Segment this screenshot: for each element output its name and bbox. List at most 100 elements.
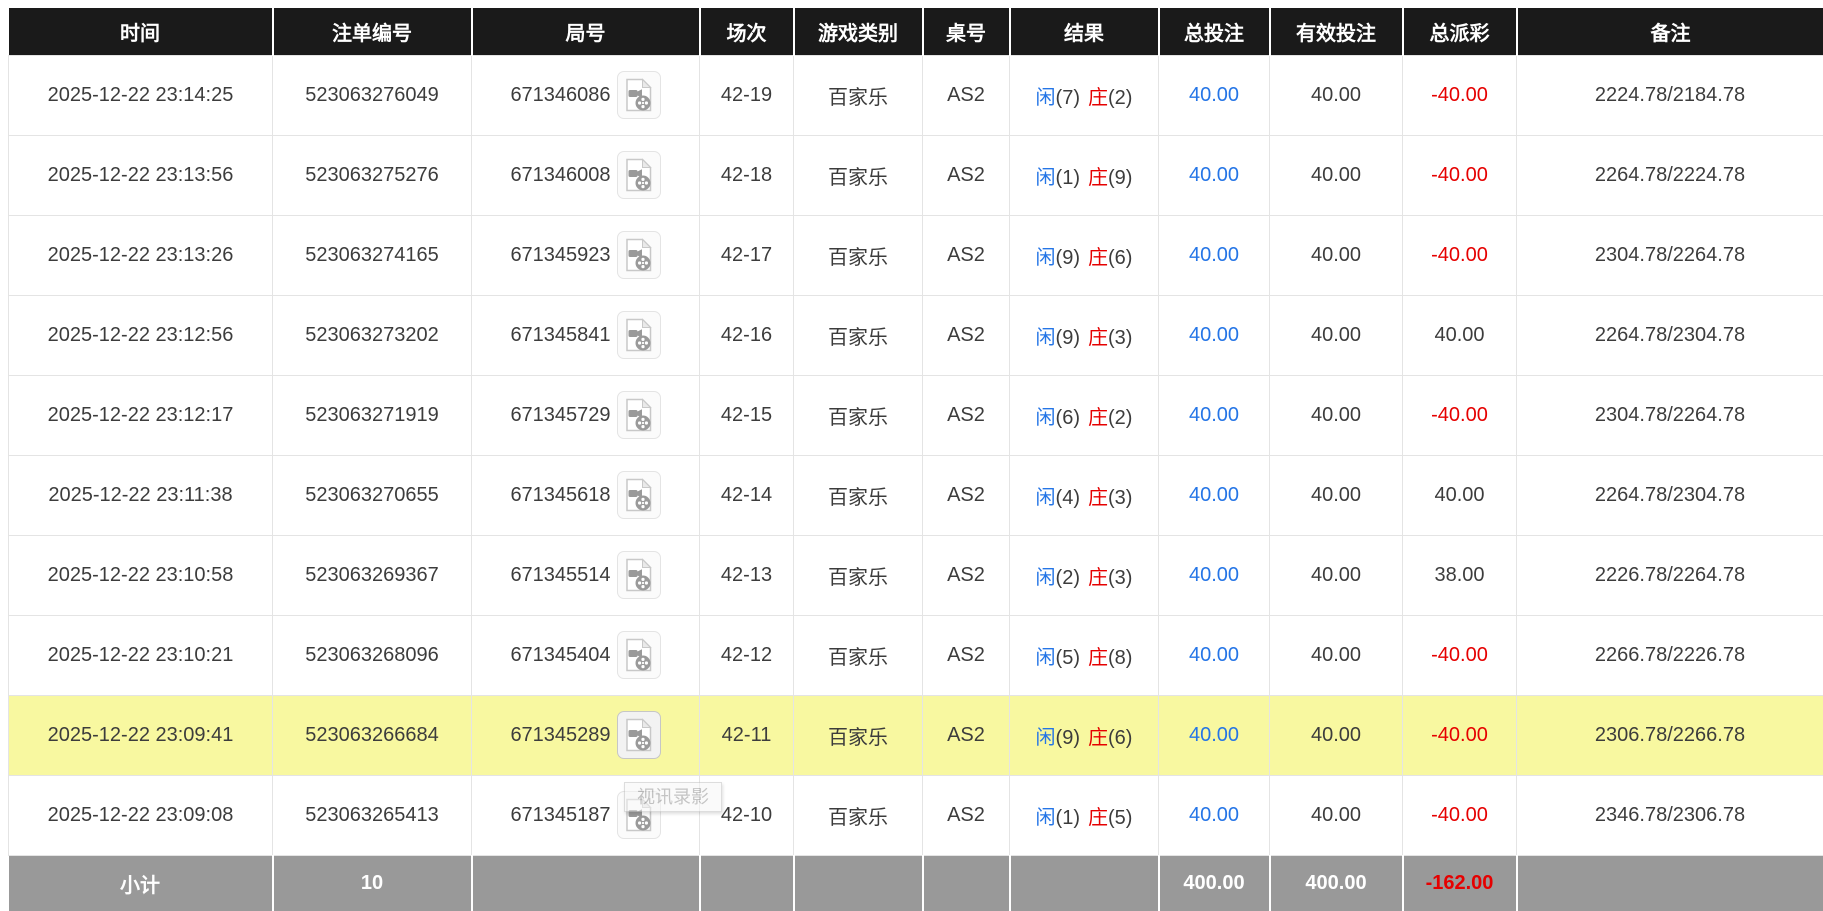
result-banker-label: 庄 <box>1088 567 1108 589</box>
bet-id-cell: 523063274165 <box>273 215 472 295</box>
round-wrap: 671346008 <box>472 151 699 199</box>
result-cell: 闲(9)庄(3) <box>1010 295 1159 375</box>
table-number: AS2 <box>947 84 985 106</box>
table-row[interactable]: 2025-12-22 23:10:21523063268096671345404… <box>9 615 1823 695</box>
bet-records-table: 时间注单编号局号场次游戏类别桌号结果总投注有效投注总派彩备注 2025-12-2… <box>8 8 1823 911</box>
table-row[interactable]: 2025-12-22 23:11:38523063270655671345618… <box>9 455 1823 535</box>
bet-id-cell: 523063270655 <box>273 455 472 535</box>
result-banker-label: 庄 <box>1088 647 1108 669</box>
table-row[interactable]: 2025-12-22 23:13:56523063275276671346008… <box>9 135 1823 215</box>
table-number-cell: AS2 <box>923 295 1010 375</box>
table-row[interactable]: 2025-12-22 23:10:58523063269367671345514… <box>9 535 1823 615</box>
video-replay-button[interactable] <box>617 391 661 439</box>
game-type: 百家乐 <box>828 247 888 269</box>
total-payout-cell: 40.00 <box>1403 455 1517 535</box>
result-player-label: 闲 <box>1036 327 1056 349</box>
bet-time-cell: 2025-12-22 23:13:56 <box>9 135 273 215</box>
result-player-label: 闲 <box>1036 87 1056 109</box>
film-document-icon <box>624 558 654 592</box>
table-row[interactable]: 2025-12-22 23:14:25523063276049671346086… <box>9 55 1823 135</box>
col-header-session: 场次 <box>700 8 794 55</box>
result-player-label: 闲 <box>1036 167 1056 189</box>
valid-bet-cell: 40.00 <box>1270 695 1403 775</box>
subtotal-count: 10 <box>361 872 383 894</box>
remark-cell: 2346.78/2306.78 <box>1517 775 1823 855</box>
bet-time: 2025-12-22 23:14:25 <box>48 84 234 106</box>
video-replay-button[interactable] <box>617 231 661 279</box>
result-cell: 闲(1)庄(5) <box>1010 775 1159 855</box>
total-bet: 40.00 <box>1189 484 1239 506</box>
result-banker-value: (8) <box>1108 647 1132 669</box>
game-type: 百家乐 <box>828 647 888 669</box>
table-row[interactable]: 2025-12-22 23:09:41523063266684671345289… <box>9 695 1823 775</box>
subtotal-total-bet: 400.00 <box>1183 872 1244 894</box>
bet-id-cell: 523063265413 <box>273 775 472 855</box>
session: 42-15 <box>721 404 772 426</box>
round-id-cell: 671345289 <box>472 695 700 775</box>
round-id: 671345841 <box>510 324 610 347</box>
bet-records-panel: 时间注单编号局号场次游戏类别桌号结果总投注有效投注总派彩备注 2025-12-2… <box>8 8 1823 911</box>
result-banker-value: (6) <box>1108 247 1132 269</box>
result-player-label: 闲 <box>1036 407 1056 429</box>
table-number-cell: AS2 <box>923 455 1010 535</box>
table-number-cell: AS2 <box>923 375 1010 455</box>
session-cell: 42-13 <box>700 535 794 615</box>
subtotal-label: 小计 <box>120 875 160 897</box>
table-body: 2025-12-22 23:14:25523063276049671346086… <box>9 55 1823 855</box>
total-bet-cell: 40.00 <box>1159 535 1270 615</box>
session-cell: 42-15 <box>700 375 794 455</box>
bet-id-cell: 523063275276 <box>273 135 472 215</box>
subtotal-row: 小计 10 400.00 400.00 -162.00 <box>9 855 1823 911</box>
video-replay-tooltip: 视讯录影 <box>624 782 722 812</box>
remark: 2264.78/2304.78 <box>1595 324 1745 346</box>
bet-id-cell: 523063268096 <box>273 615 472 695</box>
video-replay-button[interactable] <box>617 711 661 759</box>
bet-time: 2025-12-22 23:10:58 <box>48 564 234 586</box>
video-replay-button[interactable] <box>617 631 661 679</box>
total-bet-cell: 40.00 <box>1159 55 1270 135</box>
col-header-result: 结果 <box>1010 8 1159 55</box>
film-document-icon <box>624 78 654 112</box>
table-number: AS2 <box>947 564 985 586</box>
bet-id-cell: 523063273202 <box>273 295 472 375</box>
video-replay-button[interactable] <box>617 471 661 519</box>
game-type: 百家乐 <box>828 567 888 589</box>
bet-time-cell: 2025-12-22 23:14:25 <box>9 55 273 135</box>
table-footer: 小计 10 400.00 400.00 -162.00 <box>9 855 1823 911</box>
total-bet: 40.00 <box>1189 244 1239 266</box>
table-row[interactable]: 2025-12-22 23:09:08523063265413671345187… <box>9 775 1823 855</box>
table-number-cell: AS2 <box>923 615 1010 695</box>
video-replay-button[interactable] <box>617 551 661 599</box>
col-header-bet-id: 注单编号 <box>273 8 472 55</box>
table-number-cell: AS2 <box>923 775 1010 855</box>
table-row[interactable]: 2025-12-22 23:13:26523063274165671345923… <box>9 215 1823 295</box>
video-replay-button[interactable] <box>617 151 661 199</box>
bet-time: 2025-12-22 23:12:17 <box>48 404 234 426</box>
subtotal-payout: -162.00 <box>1426 872 1494 894</box>
video-replay-button[interactable] <box>617 311 661 359</box>
table-number-cell: AS2 <box>923 135 1010 215</box>
bet-time-cell: 2025-12-22 23:12:17 <box>9 375 273 455</box>
total-payout-cell: 38.00 <box>1403 535 1517 615</box>
bet-id: 523063271919 <box>305 404 438 426</box>
round-wrap: 671345404 <box>472 631 699 679</box>
video-replay-button[interactable] <box>617 71 661 119</box>
table-row[interactable]: 2025-12-22 23:12:17523063271919671345729… <box>9 375 1823 455</box>
film-document-icon <box>624 398 654 432</box>
col-header-round-id: 局号 <box>472 8 700 55</box>
subtotal-count-cell: 10 <box>273 855 472 911</box>
result-banker-value: (2) <box>1108 407 1132 429</box>
result-player-label: 闲 <box>1036 647 1056 669</box>
valid-bet: 40.00 <box>1311 84 1361 106</box>
bet-time: 2025-12-22 23:12:56 <box>48 324 234 346</box>
bet-id: 523063265413 <box>305 804 438 826</box>
result-banker-label: 庄 <box>1088 487 1108 509</box>
result-banker-value: (3) <box>1108 327 1132 349</box>
total-payout: -40.00 <box>1431 404 1488 426</box>
round-id: 671345187 <box>510 804 610 827</box>
film-document-icon <box>624 238 654 272</box>
subtotal-empty-cell <box>923 855 1010 911</box>
valid-bet: 40.00 <box>1311 644 1361 666</box>
subtotal-empty-cell <box>472 855 700 911</box>
table-row[interactable]: 2025-12-22 23:12:56 523063273202 671345841… <box>9 295 1823 375</box>
